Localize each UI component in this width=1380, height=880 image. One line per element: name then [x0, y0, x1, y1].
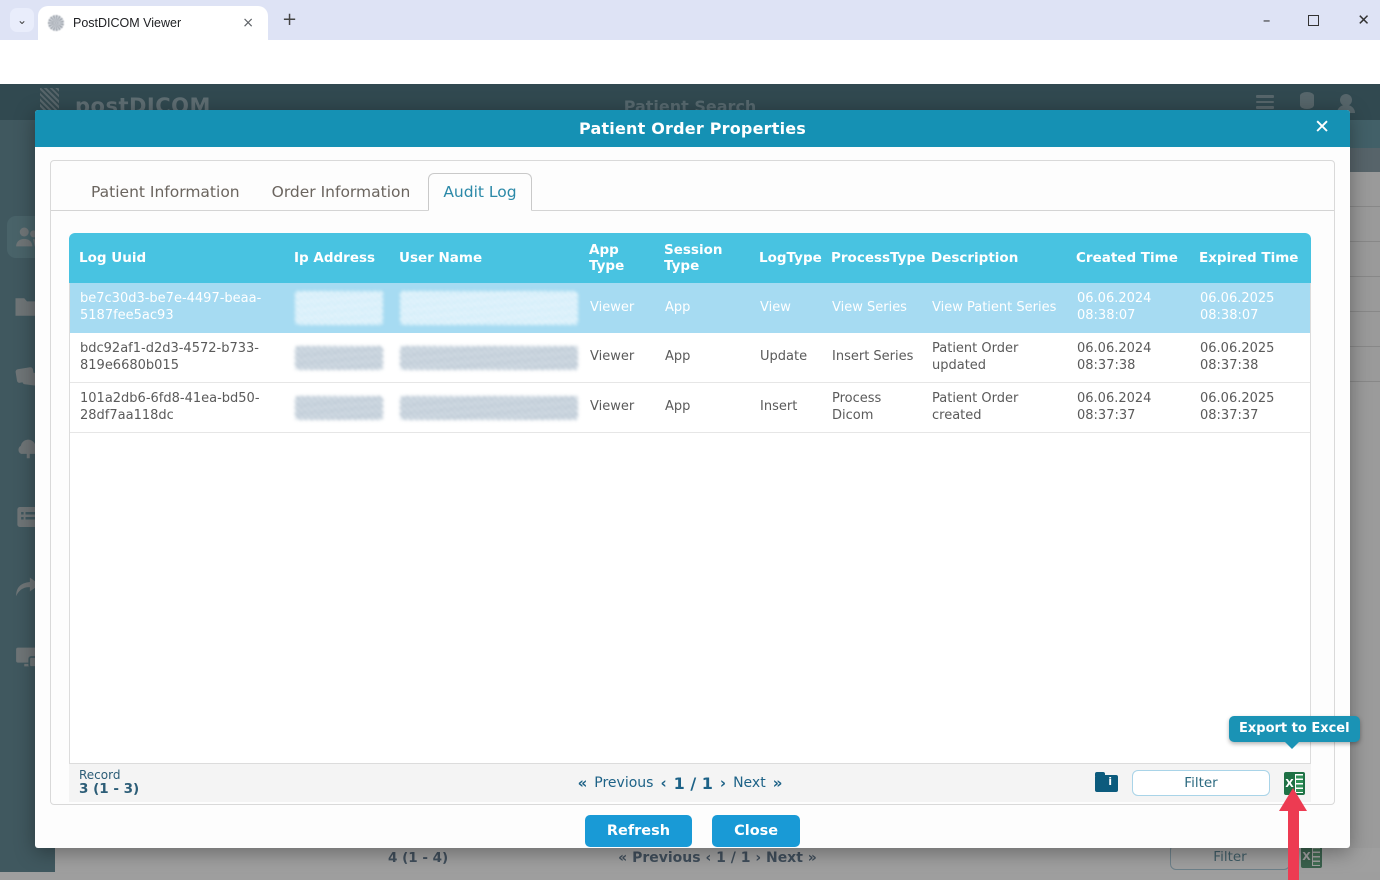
cell-log-uuid: 101a2db6-6fd8-41ea-bd50-28df7aa118dc	[70, 384, 285, 432]
tab-bar: Patient Information Order Information Au…	[51, 161, 1334, 211]
close-button[interactable]: Close	[712, 815, 800, 847]
tab-container: Patient Information Order Information Au…	[50, 160, 1335, 805]
tab-search-button[interactable]: ⌄	[10, 8, 34, 32]
cell-session-type: App	[655, 293, 750, 324]
tab-patient-information[interactable]: Patient Information	[77, 174, 254, 210]
cell-session-type: App	[655, 392, 750, 423]
previous-page-icon[interactable]: ‹	[660, 774, 666, 792]
col-user-name: User Name	[389, 241, 579, 275]
first-page-icon[interactable]: «	[578, 774, 588, 792]
record-count: Record 3 (1 - 3)	[69, 769, 279, 797]
next-page-icon[interactable]: ›	[720, 774, 726, 792]
export-to-excel-tooltip: Export to Excel	[1229, 716, 1360, 742]
next-button[interactable]: Next	[733, 775, 766, 791]
window-minimize-button[interactable]: –	[1263, 11, 1271, 29]
cell-process-type: Process Dicom	[822, 384, 922, 432]
redacted-user-name	[400, 346, 578, 370]
cell-process-type: Insert Series	[822, 342, 922, 373]
favicon-icon	[48, 15, 64, 31]
cell-log-uuid: be7c30d3-be7e-4497-beaa-5187fee5ac93	[70, 284, 285, 332]
cell-process-type: View Series	[822, 293, 922, 324]
cell-app-type: Viewer	[580, 293, 655, 324]
redacted-user-name	[400, 291, 578, 325]
cell-created-time: 06.06.2024 08:37:38	[1067, 334, 1190, 382]
cell-session-type: App	[655, 342, 750, 373]
table-footer: Record 3 (1 - 3) « Previous ‹ 1 / 1 › Ne…	[69, 764, 1311, 802]
cell-app-type: Viewer	[580, 392, 655, 423]
cell-log-uuid: bdc92af1-d2d3-4572-b733-819e6680b015	[70, 334, 285, 382]
filter-input[interactable]	[1132, 770, 1270, 796]
col-created-time: Created Time	[1066, 241, 1189, 275]
cell-description: View Patient Series	[922, 293, 1067, 324]
last-page-icon[interactable]: »	[773, 774, 783, 792]
redacted-ip-address	[295, 396, 383, 420]
table-row[interactable]: bdc92af1-d2d3-4572-b733-819e6680b015 Vie…	[70, 333, 1310, 383]
cell-expired-time: 06.06.2025 08:38:07	[1190, 284, 1312, 332]
dialog-buttons: Refresh Close	[35, 815, 1350, 847]
column-info-icon[interactable]: i	[1095, 775, 1118, 792]
browser-toolbar: ← → ⟳ germany.postdicom.com/Viewer/Main …	[0, 40, 1380, 84]
tab-order-information[interactable]: Order Information	[258, 174, 425, 210]
redacted-ip-address	[295, 346, 383, 370]
dialog-close-icon[interactable]: ✕	[1310, 116, 1334, 138]
table-body: be7c30d3-be7e-4497-beaa-5187fee5ac93 Vie…	[69, 283, 1311, 764]
col-log-uuid: Log Uuid	[69, 241, 284, 275]
col-expired-time: Expired Time	[1189, 241, 1311, 275]
col-process-type: ProcessType	[821, 241, 921, 275]
audit-log-table: Log Uuid Ip Address User Name App Type S…	[69, 233, 1311, 802]
refresh-button[interactable]: Refresh	[585, 815, 692, 847]
tab-close-icon[interactable]: ×	[238, 15, 258, 31]
cell-log-type: View	[750, 293, 822, 324]
browser-tab-strip: ⌄ PostDICOM Viewer × + – ✕	[0, 0, 1380, 40]
cell-created-time: 06.06.2024 08:38:07	[1067, 284, 1190, 332]
cell-expired-time: 06.06.2025 08:37:38	[1190, 334, 1312, 382]
cell-expired-time: 06.06.2025 08:37:37	[1190, 384, 1312, 432]
col-log-type: LogType	[749, 241, 821, 275]
cell-log-type: Update	[750, 342, 822, 373]
dialog-header: Patient Order Properties ✕	[35, 110, 1350, 147]
window-maximize-button[interactable]	[1308, 15, 1319, 26]
annotation-arrow	[1279, 788, 1307, 880]
redacted-ip-address	[295, 291, 383, 325]
pagination: « Previous ‹ 1 / 1 › Next »	[279, 774, 1081, 793]
patient-order-properties-dialog: Patient Order Properties ✕ Patient Infor…	[35, 110, 1350, 848]
cell-description: Patient Order updated	[922, 334, 1067, 382]
cell-app-type: Viewer	[580, 342, 655, 373]
col-description: Description	[921, 241, 1066, 275]
window-close-button[interactable]: ✕	[1357, 11, 1370, 29]
cell-created-time: 06.06.2024 08:37:37	[1067, 384, 1190, 432]
browser-tab[interactable]: PostDICOM Viewer ×	[38, 6, 268, 40]
new-tab-button[interactable]: +	[282, 9, 297, 30]
table-row[interactable]: be7c30d3-be7e-4497-beaa-5187fee5ac93 Vie…	[70, 283, 1310, 333]
tab-audit-log[interactable]: Audit Log	[428, 173, 531, 211]
table-row[interactable]: 101a2db6-6fd8-41ea-bd50-28df7aa118dc Vie…	[70, 383, 1310, 433]
col-app-type: App Type	[579, 233, 654, 283]
audit-log-panel: Log Uuid Ip Address User Name App Type S…	[51, 211, 1334, 802]
browser-tab-title: PostDICOM Viewer	[73, 16, 238, 30]
cell-log-type: Insert	[750, 392, 822, 423]
cell-description: Patient Order created	[922, 384, 1067, 432]
redacted-user-name	[400, 396, 578, 420]
page-indicator: 1 / 1	[674, 774, 713, 793]
chevron-down-icon: ⌄	[17, 13, 27, 27]
col-ip-address: Ip Address	[284, 241, 389, 275]
previous-button[interactable]: Previous	[594, 775, 653, 791]
col-session-type: Session Type	[654, 233, 749, 283]
dialog-title: Patient Order Properties	[579, 119, 806, 138]
table-header-row: Log Uuid Ip Address User Name App Type S…	[69, 233, 1311, 283]
